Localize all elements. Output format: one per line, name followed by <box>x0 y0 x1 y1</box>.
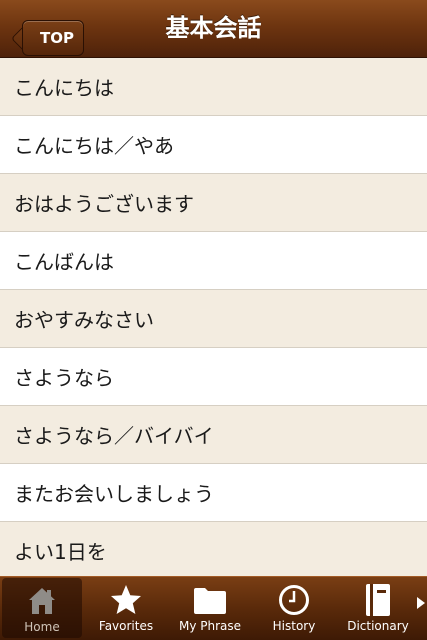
top-back-button[interactable]: TOP <box>22 20 84 56</box>
phrase-text: こんにちは <box>14 76 114 100</box>
tab-my-phrase[interactable]: My Phrase <box>168 577 252 639</box>
clock-icon <box>277 583 311 617</box>
star-icon <box>109 583 143 617</box>
phrase-row[interactable]: おはようございます <box>0 174 427 232</box>
phrase-text: よい1日を <box>14 540 107 564</box>
more-tabs-arrow-icon[interactable] <box>417 597 425 609</box>
page-title: 基本会話 <box>165 14 262 42</box>
phrase-row[interactable]: さようなら／バイバイ <box>0 406 427 464</box>
tab-home[interactable]: Home <box>2 578 82 638</box>
phrase-text: おはようございます <box>14 192 194 216</box>
phrase-text: こんばんは <box>14 250 114 274</box>
tab-label: My Phrase <box>178 619 242 633</box>
phrase-row[interactable]: おやすみなさい <box>0 290 427 348</box>
home-icon <box>25 584 59 618</box>
phrase-list: こんにちは こんにちは／やあ おはようございます こんばんは おやすみなさい さ… <box>0 58 427 576</box>
tab-label: History <box>272 619 316 633</box>
tab-label: Favorites <box>98 619 154 633</box>
phrase-row[interactable]: さようなら <box>0 348 427 406</box>
phrase-text: さようなら／バイバイ <box>14 424 214 448</box>
phrase-row[interactable]: こんばんは <box>0 232 427 290</box>
tab-history[interactable]: History <box>252 577 336 639</box>
book-icon <box>361 583 395 617</box>
phrase-row[interactable]: こんにちは <box>0 58 427 116</box>
phrase-row[interactable]: こんにちは／やあ <box>0 116 427 174</box>
phrase-text: おやすみなさい <box>14 308 154 332</box>
screen: TOP 基本会話 こんにちは こんにちは／やあ おはようございます こんばんは … <box>0 0 427 640</box>
phrase-text: またお会いしましょう <box>14 482 214 506</box>
phrase-text: さようなら <box>14 366 114 390</box>
tab-favorites[interactable]: Favorites <box>84 577 168 639</box>
back-button-label: TOP <box>40 29 74 47</box>
phrase-text: こんにちは／やあ <box>14 134 174 158</box>
tab-dictionary[interactable]: Dictionary <box>336 577 420 639</box>
tab-label: Home <box>24 620 60 634</box>
folder-icon <box>193 583 227 617</box>
phrase-row[interactable]: よい1日を <box>0 522 427 576</box>
tab-label: Dictionary <box>347 619 409 633</box>
navigation-bar: TOP 基本会話 <box>0 0 427 58</box>
phrase-row[interactable]: またお会いしましょう <box>0 464 427 522</box>
tab-bar: Home Favorites My Phrase History Diction… <box>0 576 427 640</box>
